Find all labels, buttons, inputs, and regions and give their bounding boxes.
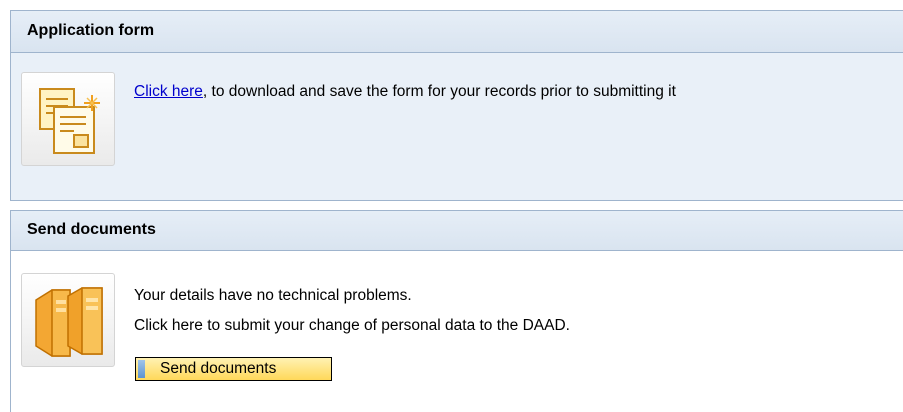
send-documents-panel: Send documents [10,210,903,412]
application-form-panel: Application form [10,10,903,201]
server-cabinet-icon [21,273,115,367]
send-documents-header: Send documents [11,211,903,251]
form-document-icon-graphic [39,88,100,154]
status-text: Your details have no technical problems. [134,287,412,304]
download-form-link[interactable]: Click here [134,83,203,100]
form-document-icon [21,72,115,166]
send-documents-button[interactable]: Send documents [135,357,332,381]
instruction-text: Click here to submit your change of pers… [134,317,570,334]
application-form-header: Application form [11,11,903,53]
download-form-line: Click here, to download and save the for… [134,83,676,101]
download-form-description: , to download and save the form for your… [202,83,676,100]
server-cabinet-icon-graphic [35,287,103,357]
